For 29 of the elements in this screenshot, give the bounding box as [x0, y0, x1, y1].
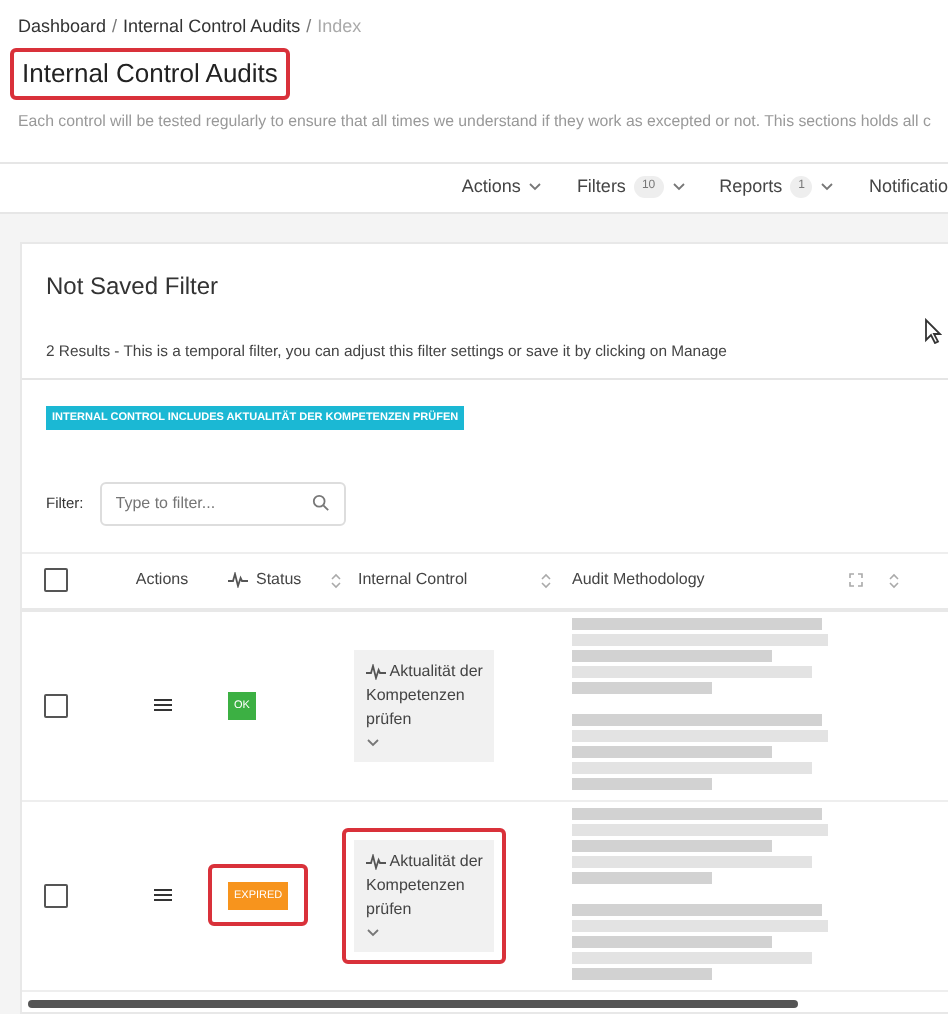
toolbar-menu[interactable]: Notificatio	[868, 173, 948, 201]
column-header: Audit Methodology	[572, 568, 705, 593]
column-header[interactable]: Status	[256, 568, 302, 593]
pulse-icon	[228, 572, 248, 589]
breadcrumb-separator: /	[306, 14, 312, 38]
select-all-checkbox[interactable]	[44, 568, 68, 593]
chevron-down-icon	[366, 928, 380, 939]
internal-control-chip[interactable]: Aktualität der Kompetenzen prüfen	[354, 649, 494, 762]
row-checkbox[interactable]	[44, 883, 68, 908]
filter-input[interactable]: Type to filter...	[99, 481, 346, 526]
breadcrumb-link[interactable]: Dashboard	[18, 14, 107, 38]
breadcrumb-separator: /	[112, 14, 118, 38]
toolbar-menu[interactable]: Actions	[461, 173, 543, 201]
menu-icon[interactable]	[153, 698, 171, 713]
column-header[interactable]: Internal Control	[358, 568, 468, 593]
pulse-icon	[366, 853, 386, 870]
breadcrumb-link[interactable]: Internal Control Audits	[123, 14, 301, 38]
chevron-down-icon	[366, 738, 380, 749]
menu-icon[interactable]	[153, 888, 171, 903]
page-title: Internal Control Audits	[10, 48, 290, 99]
row-checkbox[interactable]	[44, 693, 68, 718]
breadcrumb-current: Index	[317, 14, 362, 38]
search-icon	[311, 493, 330, 512]
internal-control-chip[interactable]: Aktualität der Kompetenzen prüfen	[354, 839, 494, 952]
column-header: Actions	[135, 568, 189, 593]
mouse-cursor-icon	[924, 317, 942, 343]
horizontal-scrollbar[interactable]	[28, 999, 798, 1008]
pulse-icon	[366, 663, 386, 680]
card-title: Not Saved Filter	[46, 269, 221, 303]
